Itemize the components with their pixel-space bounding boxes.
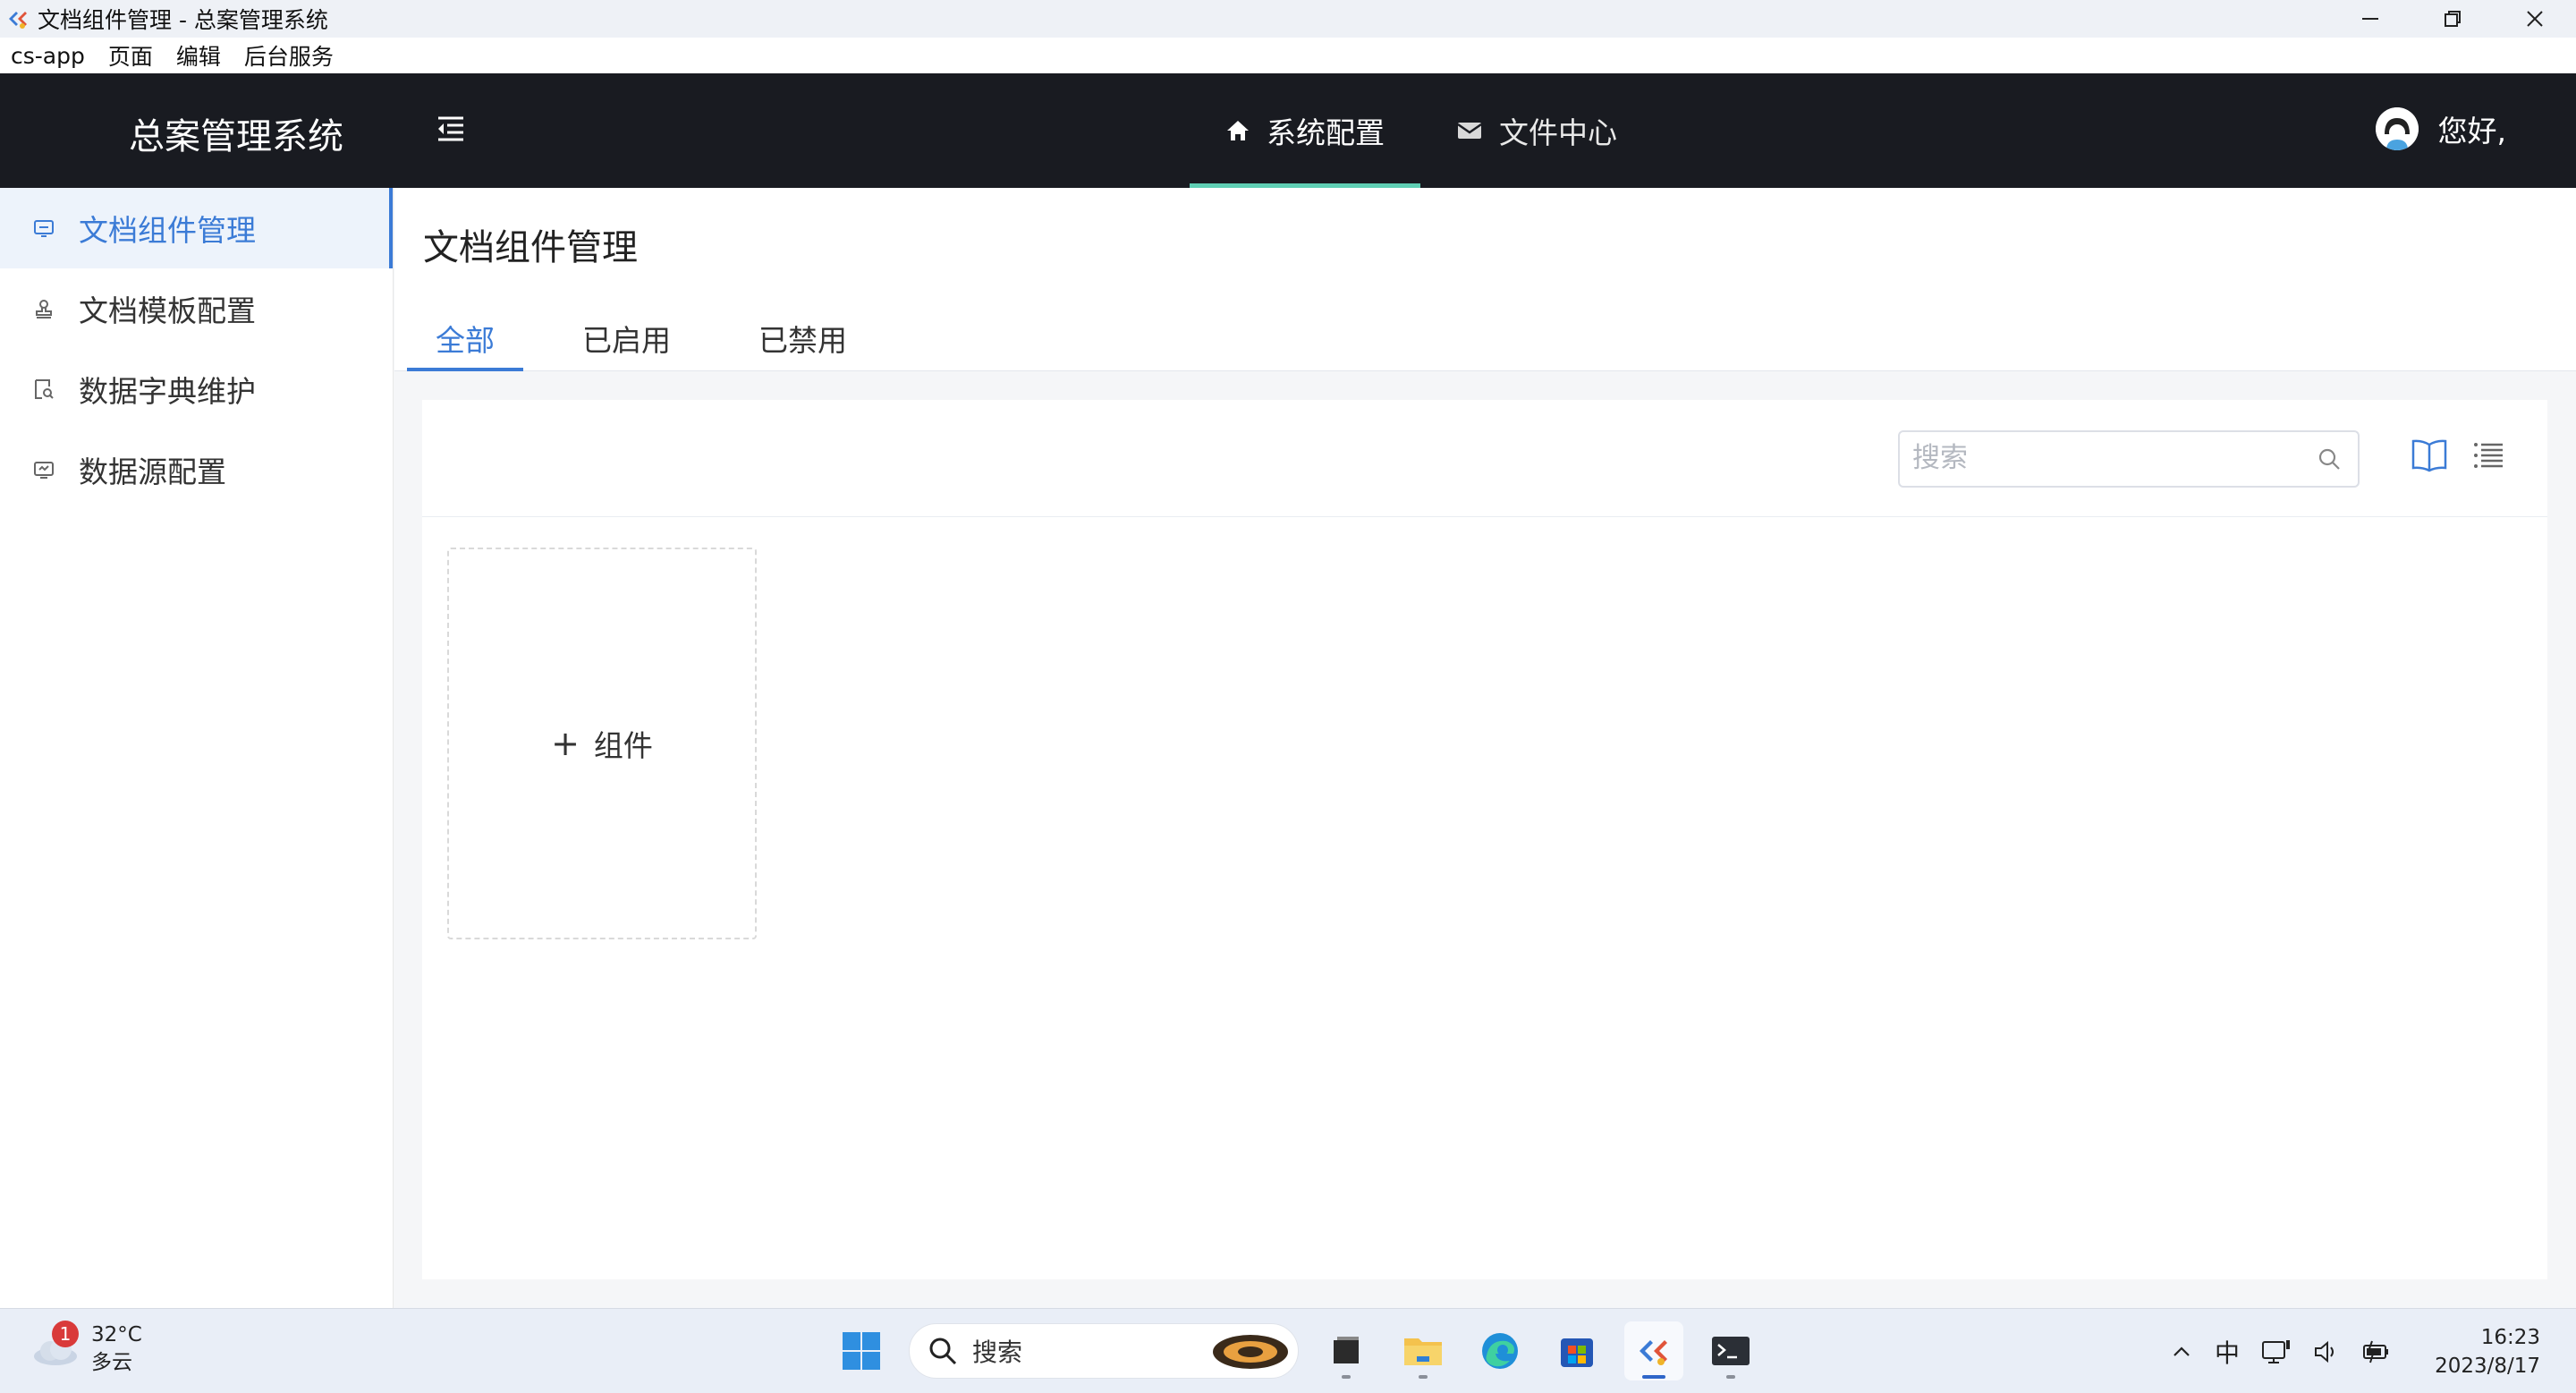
chevron-up-icon[interactable] (2170, 1340, 2193, 1363)
add-component-card[interactable]: + 组件 (447, 548, 757, 939)
monitor-icon (30, 456, 57, 483)
plus-icon: + (551, 724, 580, 763)
system-clock[interactable]: 16:23 2023/8/17 (2435, 1323, 2540, 1380)
top-nav: 系统配置 文件中心 (1190, 73, 1653, 188)
search-box (1898, 430, 2360, 488)
edge-icon[interactable] (1470, 1321, 1530, 1380)
close-icon (2527, 11, 2543, 27)
weather-condition: 多云 (91, 1351, 132, 1374)
sidebar-item-component-management[interactable]: 文档组件管理 (0, 188, 393, 268)
tab-disabled[interactable]: 已禁用 (730, 304, 876, 371)
weather-widget[interactable]: 1 32°C 多云 (30, 1321, 142, 1377)
sidebar-collapse-button[interactable] (433, 111, 469, 147)
dictionary-search-icon (30, 376, 57, 403)
terminal-icon[interactable] (1701, 1321, 1760, 1380)
book-icon[interactable] (2410, 437, 2449, 477)
menu-edit[interactable]: 编辑 (176, 39, 221, 72)
taskbar-apps: 搜索 (823, 1321, 1769, 1380)
brand-title: 总案管理系统 (129, 116, 343, 157)
page-title: 文档组件管理 (423, 227, 638, 268)
window-title-bar: 文档组件管理 - 总案管理系统 (0, 0, 2576, 38)
menu-fold-icon (438, 116, 463, 141)
sidebar-item-data-dictionary[interactable]: 数据字典维护 (0, 349, 393, 429)
minimize-icon (2362, 18, 2378, 20)
taskbar-search-label: 搜索 (972, 1338, 1023, 1367)
stamp-icon (30, 295, 57, 322)
network-icon[interactable] (2261, 1338, 2292, 1365)
mail-icon (1456, 119, 1483, 142)
tab-enabled[interactable]: 已启用 (554, 304, 699, 371)
windows-start-icon[interactable] (832, 1321, 891, 1380)
nav-label: 系统配置 (1267, 115, 1385, 150)
search-icon (929, 1338, 957, 1365)
sidebar-item-label: 文档组件管理 (79, 213, 256, 248)
sidebar: 文档组件管理 文档模板配置 数据字典维护 数据源配置 (0, 188, 394, 1308)
component-icon (30, 215, 57, 242)
status-tabs: 全部 已启用 已禁用 (407, 304, 906, 371)
minimize-button[interactable] (2329, 0, 2411, 38)
folder-icon[interactable] (1394, 1321, 1453, 1380)
sidebar-item-datasource-config[interactable]: 数据源配置 (0, 429, 393, 510)
app-header: 总案管理系统 系统配置 文件中心 您好, (0, 73, 2576, 188)
window-title: 文档组件管理 - 总案管理系统 (38, 7, 328, 33)
ime-indicator[interactable]: 中 (2215, 1334, 2240, 1370)
weather-temperature: 32°C (91, 1323, 142, 1346)
nav-file-center[interactable]: 文件中心 (1420, 73, 1653, 188)
nav-system-config[interactable]: 系统配置 (1190, 73, 1420, 188)
list-icon[interactable] (2472, 439, 2504, 475)
restore-icon (2445, 11, 2461, 27)
cloud-icon: 1 (30, 1321, 80, 1367)
close-button[interactable] (2494, 0, 2576, 38)
clock-time: 16:23 (2480, 1325, 2540, 1349)
search-highlight-icon (1213, 1335, 1288, 1369)
search-input[interactable] (1912, 432, 2306, 484)
windows-taskbar: 1 32°C 多云 搜索 中 16:23 2023/8/17 (0, 1308, 2576, 1393)
panel-toolbar (422, 400, 2547, 517)
sidebar-item-label: 文档模板配置 (79, 293, 256, 328)
taskbar-search[interactable]: 搜索 (909, 1323, 1299, 1379)
content-header: 文档组件管理 全部 已启用 已禁用 (394, 188, 2576, 371)
store-icon[interactable] (1547, 1321, 1606, 1380)
system-tray: 中 16:23 2023/8/17 (2159, 1309, 2576, 1393)
tab-all[interactable]: 全部 (407, 304, 523, 371)
battery-icon[interactable] (2361, 1339, 2392, 1364)
search-icon[interactable] (2317, 446, 2342, 475)
menu-bar: cs-app 页面 编辑 后台服务 (0, 38, 2576, 73)
user-menu[interactable]: 您好, (2375, 107, 2507, 150)
greeting-text: 您好, (2437, 114, 2507, 149)
menu-backend-service[interactable]: 后台服务 (244, 39, 334, 72)
component-panel: + 组件 (422, 400, 2547, 1279)
app-logo-icon (5, 6, 30, 31)
avatar (2375, 107, 2419, 150)
cs-app-icon[interactable] (1624, 1321, 1683, 1380)
sidebar-item-label: 数据字典维护 (79, 374, 256, 409)
sidebar-item-label: 数据源配置 (79, 454, 226, 489)
nav-label: 文件中心 (1499, 115, 1617, 150)
file-explorer-icon[interactable] (1317, 1321, 1376, 1380)
clock-date: 2023/8/17 (2435, 1354, 2540, 1378)
home-icon (1225, 118, 1250, 143)
volume-icon[interactable] (2313, 1339, 2340, 1364)
restore-button[interactable] (2411, 0, 2494, 38)
notification-badge: 1 (52, 1321, 79, 1347)
menu-cs-app[interactable]: cs-app (11, 43, 85, 69)
add-component-label: 组件 (593, 728, 653, 763)
sidebar-item-template-config[interactable]: 文档模板配置 (0, 268, 393, 349)
menu-page[interactable]: 页面 (108, 39, 153, 72)
